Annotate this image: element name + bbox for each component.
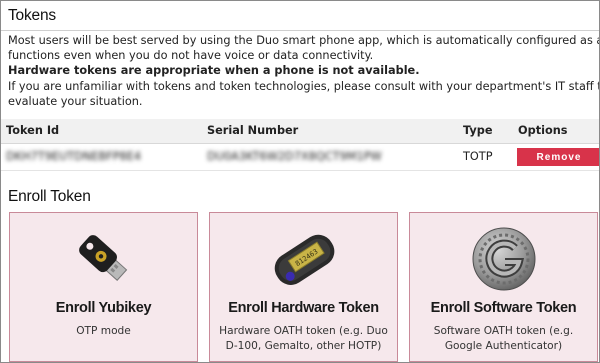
intro-line: If you are unfamiliar with tokens and to… [8, 79, 600, 93]
card-title: Enroll Yubikey [55, 300, 152, 316]
software-token-illustration [410, 221, 597, 297]
divider [1, 30, 599, 31]
card-description-line: Software OATH token (e.g. [433, 325, 574, 337]
card-description: Software OATH token (e.g. Google Authent… [418, 324, 589, 354]
card-description-line: D-100, Gemalto, other HOTP) [225, 340, 382, 352]
enroll-hardware-token-card[interactable]: 812463 Enroll Hardware Token Hardware OA… [209, 212, 398, 362]
column-header-token-id: Token Id [6, 124, 60, 137]
google-authenticator-icon [472, 227, 535, 291]
intro-line: functions even when you do not have voic… [8, 49, 374, 63]
column-header-options: Options [518, 124, 568, 137]
column-header-type: Type [463, 124, 493, 137]
yubikey-illustration [10, 221, 197, 297]
remove-button[interactable]: Remove [517, 148, 599, 166]
table-row: DKH7T9EUTDNEBFP8E4 DU0A3KT6W2D7X8QCT9M1P… [1, 144, 599, 171]
tokens-table-header: Token Id Serial Number Type Options [1, 119, 599, 144]
token-type-cell: TOTP [463, 150, 493, 163]
enroll-yubikey-card[interactable]: Enroll Yubikey OTP mode [9, 212, 198, 362]
card-title: Enroll Hardware Token [228, 300, 379, 316]
tokens-page: Tokens Most users will be best served by… [0, 0, 600, 363]
intro-line: evaluate your situation. [8, 94, 143, 108]
card-description-line: Google Authenticator) [444, 340, 563, 352]
tokens-heading: Tokens [8, 7, 56, 24]
card-description-line: OTP mode [76, 325, 131, 337]
serial-number-cell: DU0A3KT6W2D7X8QCT9M1PW [207, 150, 382, 163]
card-title: Enroll Software Token [430, 300, 577, 316]
yubikey-icon [78, 235, 127, 281]
card-description: OTP mode [18, 324, 189, 339]
token-id-cell: DKH7T9EUTDNEBFP8E4 [6, 150, 142, 163]
hardware-token-icon: 812463 [274, 234, 334, 285]
column-header-serial-number: Serial Number [207, 124, 299, 137]
card-description-line: Hardware OATH token (e.g. Duo [219, 325, 388, 337]
intro-bold-line: Hardware tokens are appropriate when a p… [8, 64, 420, 78]
intro-line: Most users will be best served by using … [8, 34, 600, 47]
hardware-token-illustration: 812463 [210, 221, 397, 297]
card-description: Hardware OATH token (e.g. Duo D-100, Gem… [218, 324, 389, 354]
tokens-intro: Most users will be best served by using … [8, 33, 600, 109]
enroll-token-heading: Enroll Token [8, 188, 91, 205]
enroll-software-token-card[interactable]: Enroll Software Token Software OATH toke… [409, 212, 598, 362]
